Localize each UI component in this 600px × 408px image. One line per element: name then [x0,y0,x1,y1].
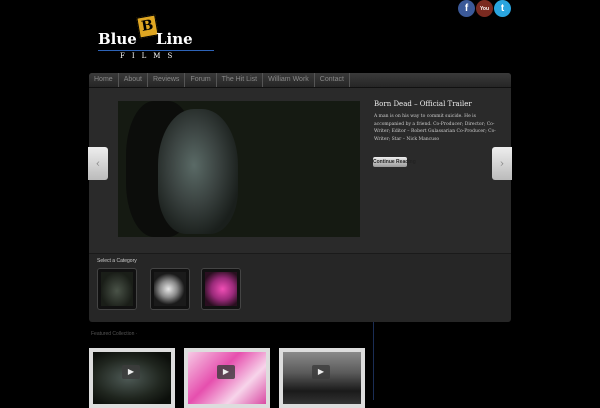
main-panel: Home About Reviews Forum The Hit List Wi… [89,73,511,322]
nav-item-home[interactable]: Home [89,73,119,87]
slide-description: A man is on his way to commit suicide. H… [374,114,496,142]
category-area: Select a Category [89,253,511,322]
nav-item-contact[interactable]: Contact [315,73,350,87]
featured-thumb[interactable]: ▶ [89,348,175,408]
nav-item-about[interactable]: About [119,73,148,87]
category-thumb[interactable] [201,268,241,310]
play-icon[interactable]: ▶ [217,365,235,379]
youtube-glyph: You [479,5,490,12]
nav-item-william-work[interactable]: William Work [263,73,315,87]
category-thumb-image [154,272,186,306]
logo-subtitle: FILMS [120,52,180,60]
facebook-icon[interactable]: f [458,0,475,17]
category-thumb-image [205,272,237,306]
social-links: f You t [458,0,511,17]
content-divider [373,322,374,400]
play-icon[interactable]: ▶ [312,365,330,379]
facebook-glyph: f [464,3,469,14]
video-still-face [158,109,238,234]
nav-item-hit-list[interactable]: The Hit List [217,73,264,87]
category-thumb[interactable] [97,268,137,310]
play-icon[interactable]: ▶ [122,365,140,379]
nav-item-reviews[interactable]: Reviews [148,73,186,87]
slide-title[interactable]: Born Dead – Official Trailer [374,100,472,108]
slider-video[interactable] [118,101,360,237]
logo[interactable]: Blue B Line FILMS [98,12,218,60]
featured-thumb[interactable]: ▶ [184,348,270,408]
logo-word-line: Line [156,30,193,48]
logo-word-blue: Blue [98,30,137,48]
youtube-icon[interactable]: You [476,0,493,17]
continue-reading-button[interactable]: Continue Reading [373,157,416,167]
slider-prev-arrow[interactable]: ‹ [88,147,108,180]
twitter-icon[interactable]: t [494,0,511,17]
nav-item-forum[interactable]: Forum [185,73,217,87]
slider-next-arrow[interactable]: › [492,147,512,180]
category-thumb-image [101,272,133,306]
twitter-glyph: t [500,3,505,14]
logo-rule [98,50,214,51]
category-thumb[interactable] [150,268,190,310]
featured-thumb[interactable]: ▶ [279,348,365,408]
main-nav: Home About Reviews Forum The Hit List Wi… [89,73,511,88]
category-label: Select a Category [97,258,137,264]
featured-label: Featured Collection · [91,331,138,337]
